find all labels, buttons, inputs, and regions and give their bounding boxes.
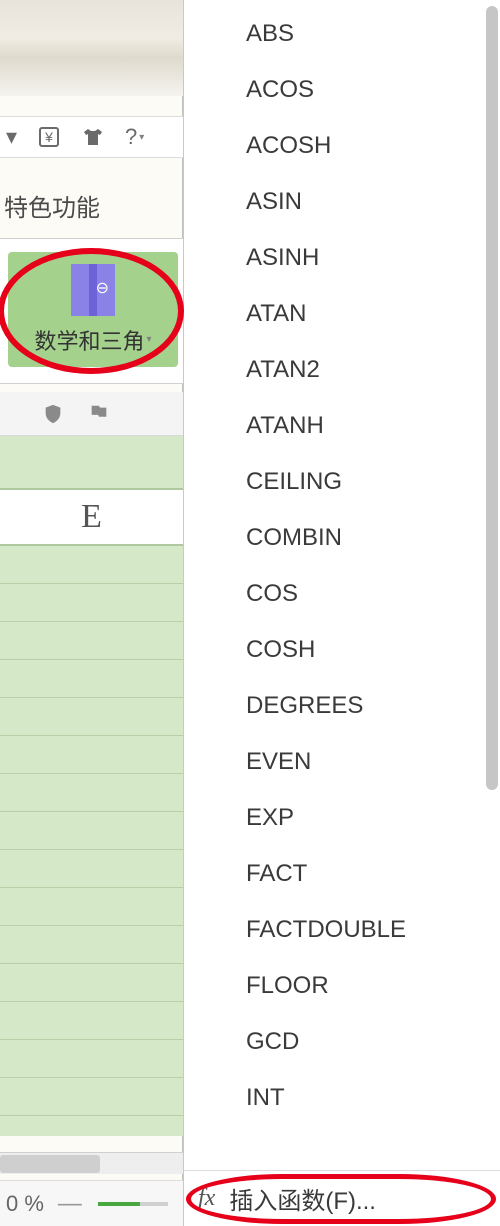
function-item[interactable]: ASINH: [184, 230, 500, 286]
tab-label: 特色功能: [4, 195, 100, 222]
table-row[interactable]: [0, 812, 183, 850]
function-dropdown-menu: ABSACOSACOSHASINASINHATANATAN2ATANHCEILI…: [183, 0, 500, 1226]
table-row[interactable]: [0, 888, 183, 926]
category-label-row: 数学和三角 ▾: [34, 324, 151, 356]
function-item[interactable]: ATANH: [184, 398, 500, 454]
function-item[interactable]: CEILING: [184, 454, 500, 510]
scrollbar-thumb[interactable]: [0, 1155, 100, 1173]
function-item[interactable]: EVEN: [184, 734, 500, 790]
chevron-down-icon: ▾: [139, 132, 144, 143]
table-row[interactable]: [0, 1002, 183, 1040]
table-row[interactable]: [0, 622, 183, 660]
function-item[interactable]: ATAN: [184, 286, 500, 342]
category-label: 数学和三角: [34, 324, 144, 356]
table-row[interactable]: [0, 660, 183, 698]
function-item[interactable]: ACOS: [184, 62, 500, 118]
column-header-label: E: [81, 498, 102, 536]
book-icon: [71, 264, 115, 316]
shield-icon[interactable]: [42, 403, 64, 425]
left-panel: ▾ ¥ ?▾ 特色功能 数学和三角 ▾ E: [0, 0, 183, 1226]
function-item[interactable]: ATAN2: [184, 342, 500, 398]
function-item[interactable]: ACOSH: [184, 118, 500, 174]
insert-function-label: 插入函数(F)...: [229, 1181, 376, 1216]
function-item[interactable]: INT: [184, 1070, 500, 1126]
function-item[interactable]: COSH: [184, 622, 500, 678]
help-icon[interactable]: ?▾: [125, 124, 144, 150]
table-row[interactable]: [0, 964, 183, 1002]
help-label: ?: [125, 124, 137, 150]
status-bar: 0 % —: [0, 1180, 183, 1226]
sheet-grid: [0, 546, 183, 1116]
table-row[interactable]: [0, 850, 183, 888]
ribbon-tab[interactable]: 特色功能: [0, 188, 183, 223]
currency-icon[interactable]: ¥: [37, 125, 61, 149]
chevron-down-icon: ▾: [146, 334, 151, 345]
function-list: ABSACOSACOSHASINASINHATANATAN2ATANHCEILI…: [184, 0, 500, 1170]
table-row[interactable]: [0, 584, 183, 622]
flag-icon[interactable]: [88, 403, 110, 425]
dropdown-caret-icon[interactable]: ▾: [6, 124, 17, 150]
function-item[interactable]: ASIN: [184, 174, 500, 230]
zoom-slider[interactable]: [98, 1202, 168, 1206]
table-row[interactable]: [0, 1078, 183, 1116]
insert-function-item[interactable]: fx 插入函数(F)...: [184, 1170, 500, 1226]
function-item[interactable]: COMBIN: [184, 510, 500, 566]
mini-toolbar: [0, 392, 183, 436]
function-item[interactable]: COS: [184, 566, 500, 622]
function-item[interactable]: ABS: [184, 6, 500, 62]
vertical-scrollbar[interactable]: [486, 6, 498, 790]
horizontal-scrollbar[interactable]: [0, 1152, 183, 1174]
table-row[interactable]: [0, 926, 183, 964]
function-item[interactable]: FLOOR: [184, 958, 500, 1014]
function-item[interactable]: FACT: [184, 846, 500, 902]
fx-icon: fx: [198, 1185, 215, 1212]
quick-toolbar: ▾ ¥ ?▾: [0, 116, 183, 158]
function-item[interactable]: GCD: [184, 1014, 500, 1070]
zoom-out-icon[interactable]: —: [58, 1190, 82, 1218]
function-item[interactable]: FACTDOUBLE: [184, 902, 500, 958]
table-row[interactable]: [0, 736, 183, 774]
table-row[interactable]: [0, 774, 183, 812]
zoom-level: 0 %: [6, 1191, 44, 1217]
shirt-icon[interactable]: [81, 125, 105, 149]
table-row[interactable]: [0, 1040, 183, 1078]
table-row[interactable]: [0, 546, 183, 584]
function-item[interactable]: EXP: [184, 790, 500, 846]
function-item[interactable]: DEGREES: [184, 678, 500, 734]
table-row[interactable]: [0, 698, 183, 736]
column-header[interactable]: E: [0, 488, 183, 546]
math-trig-category-button[interactable]: 数学和三角 ▾: [8, 252, 178, 367]
svg-text:¥: ¥: [44, 129, 53, 145]
background-paper: [0, 0, 183, 96]
